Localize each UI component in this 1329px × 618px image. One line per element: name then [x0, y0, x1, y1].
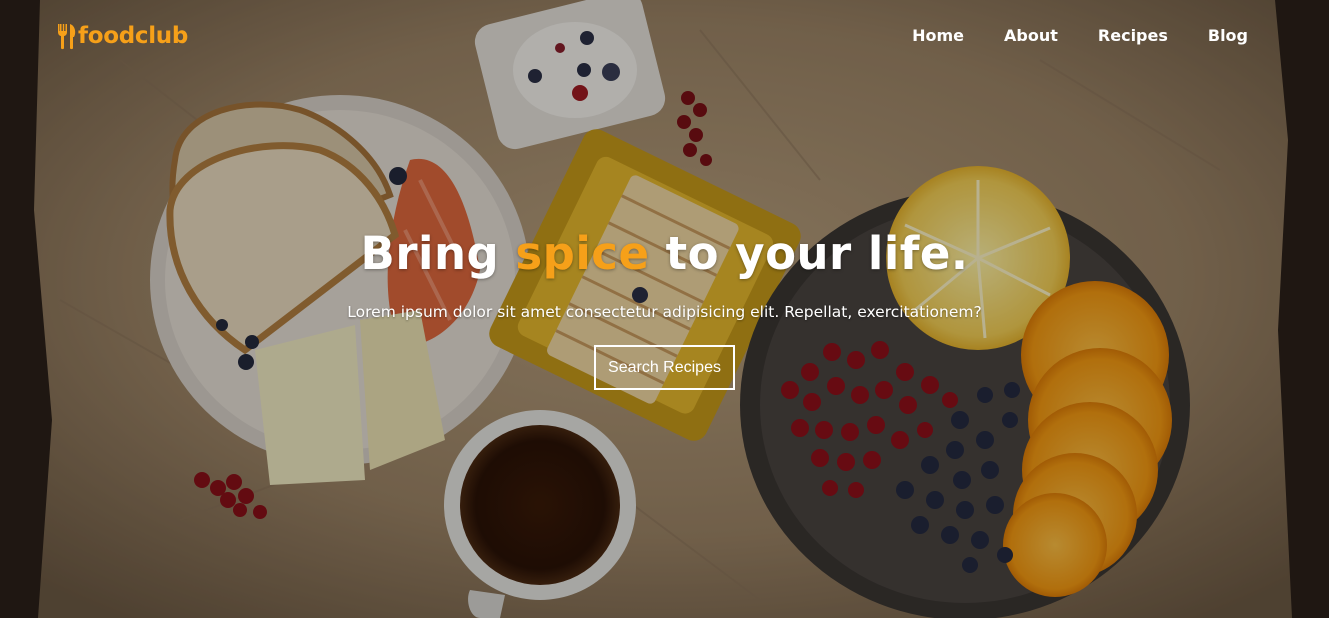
- nav-link-recipes[interactable]: Recipes: [1098, 26, 1168, 45]
- hero-subtitle: Lorem ipsum dolor sit amet consectetur a…: [347, 303, 982, 321]
- navbar: foodclub Home About Recipes Blog: [0, 0, 1329, 76]
- hero-section: foodclub Home About Recipes Blog Bring s…: [0, 0, 1329, 618]
- headline-accent-word: spice: [515, 227, 650, 280]
- fork-knife-icon: [56, 22, 78, 50]
- nav-link-home[interactable]: Home: [912, 26, 964, 45]
- brand-logo-link[interactable]: foodclub: [56, 22, 188, 50]
- hero-content: Bring spice to your life. Lorem ipsum do…: [0, 224, 1329, 390]
- nav-link-about[interactable]: About: [1004, 26, 1058, 45]
- nav-menu: Home About Recipes Blog: [872, 26, 1248, 45]
- headline-text-start: Bring: [360, 227, 500, 280]
- hero-headline: Bring spice to your life.: [0, 224, 1329, 284]
- headline-text-end: to your life.: [665, 227, 969, 280]
- nav-link-blog[interactable]: Blog: [1208, 26, 1248, 45]
- brand-name: foodclub: [78, 23, 189, 49]
- search-recipes-button[interactable]: Search Recipes: [594, 345, 735, 390]
